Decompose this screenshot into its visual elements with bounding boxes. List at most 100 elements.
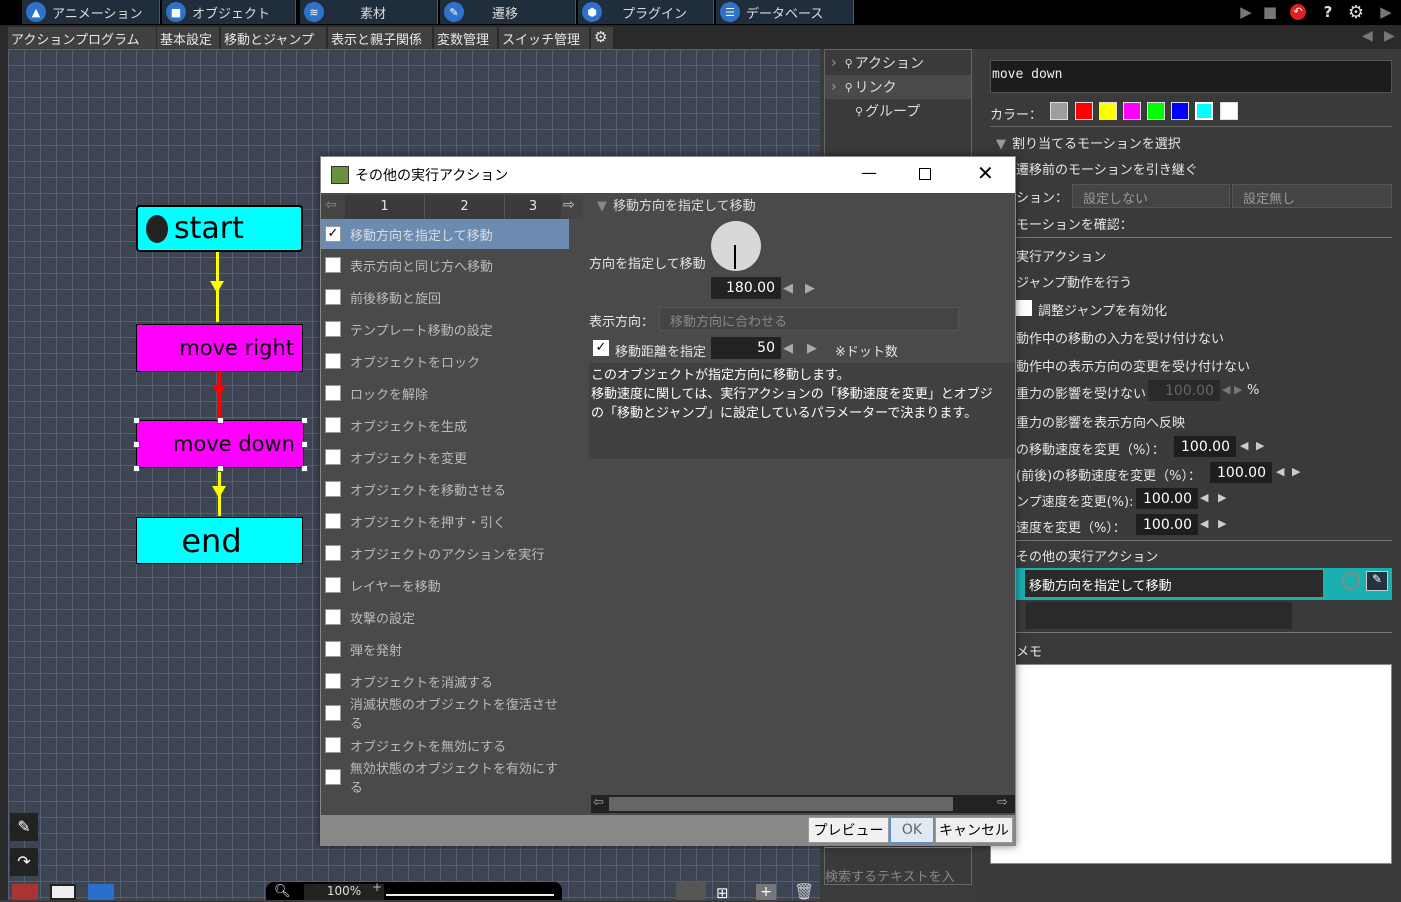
action-item[interactable]: 前後移動と旋回 <box>321 281 569 313</box>
increment-arrow-icon[interactable]: ▶ <box>1234 383 1246 396</box>
color-swatch-white[interactable] <box>1220 102 1238 120</box>
action-item[interactable]: 攻撃の設定 <box>321 601 569 633</box>
resize-handle[interactable] <box>217 417 224 424</box>
play-icon[interactable]: ▶ <box>1236 2 1256 22</box>
color-swatch-gray[interactable] <box>1050 102 1068 120</box>
checkbox[interactable] <box>325 737 341 753</box>
list-item-link[interactable]: › ⚲ リンク <box>825 75 971 99</box>
zoom-in-icon[interactable]: + <box>372 880 382 894</box>
speed1-field[interactable]: 100.00 <box>1174 436 1236 457</box>
arrow-right-icon[interactable]: ▶ <box>1384 28 1395 44</box>
resize-handle[interactable] <box>217 465 224 472</box>
action-item[interactable]: オブジェクトを移動させる <box>321 473 569 505</box>
checkbox[interactable] <box>325 513 341 529</box>
increment-arrow-icon[interactable]: ▶ <box>805 281 817 296</box>
settings-gear-icon[interactable]: ⚙ <box>1346 2 1366 23</box>
ok-button[interactable]: OK <box>890 817 934 843</box>
direction-value-field[interactable]: 180.00 <box>711 277 781 299</box>
checkbox[interactable] <box>325 353 341 369</box>
tab-action-program[interactable]: アクションプログラム <box>8 27 156 49</box>
node-name-field[interactable]: move down <box>990 60 1392 93</box>
arrow-left-icon[interactable]: ◀ <box>1362 28 1373 44</box>
action-item[interactable]: テンプレート移動の設定 <box>321 313 569 345</box>
checkbox[interactable] <box>325 769 341 785</box>
increment-arrow-icon[interactable]: ▶ <box>1218 491 1230 504</box>
page-prev-arrow-icon[interactable]: ⇦ <box>325 197 337 213</box>
horizontal-scrollbar[interactable]: ⇦ ⇨ <box>591 795 1015 813</box>
checkbox[interactable] <box>325 673 341 689</box>
preview-button[interactable]: プレビュー <box>808 817 889 843</box>
checkbox[interactable] <box>325 545 341 561</box>
direction-dial[interactable] <box>711 221 761 271</box>
edit-action-icon[interactable]: ✎ <box>1366 571 1388 591</box>
scroll-right-icon[interactable]: ⇨ <box>997 795 1008 810</box>
tab-move-jump[interactable]: 移動とジャンプ <box>221 27 326 49</box>
checkbox[interactable]: ✓ <box>325 226 341 242</box>
no-move-input-label[interactable]: 動作中の移動の入力を受け付けない <box>1016 328 1224 347</box>
tab-basic-settings[interactable]: 基本設定 <box>157 27 219 49</box>
list-item-group[interactable]: ⚲ グループ <box>825 99 971 123</box>
gravity-value-field[interactable]: 100.00 <box>1148 380 1220 401</box>
resize-handle[interactable] <box>301 417 308 424</box>
page-next-arrow-icon[interactable]: ⇨ <box>563 197 575 213</box>
color-swatch-blue[interactable] <box>1171 102 1189 120</box>
add-folder-icon[interactable]: ⊞ <box>716 884 742 902</box>
decrement-arrow-icon[interactable]: ◀ <box>783 281 795 296</box>
checkbox[interactable] <box>325 705 341 721</box>
tab-material[interactable]: ≋ 素材 <box>300 0 438 24</box>
checkbox[interactable] <box>325 289 341 305</box>
action-item[interactable]: オブジェクトを無効にする <box>321 729 569 761</box>
action-item-move-direction[interactable]: ✓ 移動方向を指定して移動 <box>321 219 569 249</box>
color-swatch-green[interactable] <box>1147 102 1165 120</box>
empty-action-slot[interactable] <box>1026 602 1292 629</box>
flag-icon[interactable] <box>12 884 38 900</box>
page-tab-1[interactable]: 1 <box>345 195 425 219</box>
node-start[interactable]: start <box>136 205 303 252</box>
tab-transition[interactable]: ✎ 遷移 <box>440 0 576 24</box>
motion-select-2[interactable]: 設定無し <box>1232 184 1392 208</box>
color-swatch-yellow[interactable] <box>1099 102 1117 120</box>
search-input[interactable]: 検索するテキストを入 <box>825 866 955 885</box>
tab-display-parent[interactable]: 表示と親子関係 <box>328 27 432 49</box>
action-item[interactable]: オブジェクトを消滅する <box>321 665 569 697</box>
gravity-dir-label[interactable]: 重力の影響を表示方向へ反映 <box>1016 412 1185 431</box>
no-gravity-label[interactable]: 重力の影響を受けない <box>1016 383 1146 402</box>
grid-icon[interactable] <box>88 884 114 900</box>
color-swatch-cyan[interactable] <box>1195 102 1213 120</box>
checkbox[interactable] <box>325 417 341 433</box>
color-swatch-red[interactable] <box>1075 102 1093 120</box>
tab-animation[interactable]: ▲ アニメーション <box>22 0 160 24</box>
checkbox[interactable] <box>325 321 341 337</box>
list-icon[interactable] <box>676 882 706 900</box>
undo-icon[interactable]: ↶ <box>1288 2 1308 22</box>
checkbox[interactable] <box>325 577 341 593</box>
maximize-icon[interactable] <box>919 168 931 180</box>
tab-object[interactable]: ■ オブジェクト <box>162 0 296 24</box>
minimize-icon[interactable]: — <box>861 163 877 182</box>
decrement-arrow-icon[interactable]: ◀ <box>783 341 795 356</box>
increment-arrow-icon[interactable]: ▶ <box>1218 517 1230 530</box>
motion-select-1[interactable]: 設定しない <box>1072 184 1230 208</box>
help-icon[interactable]: ? <box>1318 2 1338 22</box>
display-direction-select[interactable]: 移動方向に合わせる <box>659 307 959 331</box>
motion-section-header[interactable]: ▼ 割り当てるモーションを選択 <box>996 133 1181 152</box>
page-tab-2[interactable]: 2 <box>425 195 505 219</box>
zoom-slider[interactable] <box>386 894 554 896</box>
resize-handle[interactable] <box>133 441 140 448</box>
increment-arrow-icon[interactable]: ▶ <box>1256 439 1268 452</box>
tab-switches[interactable]: スイッチ管理 <box>499 27 589 49</box>
speed4-field[interactable]: 100.00 <box>1136 514 1198 535</box>
action-item[interactable]: オブジェクトを変更 <box>321 441 569 473</box>
play-next-icon[interactable]: ▶ <box>1376 2 1396 22</box>
decrement-arrow-icon[interactable]: ◀ <box>1276 465 1288 478</box>
action-item[interactable]: 弾を発射 <box>321 633 569 665</box>
node-move-right[interactable]: move right <box>136 324 303 372</box>
node-end[interactable]: end <box>136 517 303 564</box>
add-icon[interactable]: + <box>756 884 776 900</box>
action-item[interactable]: 消滅状態のオブジェクトを復活させる <box>321 697 569 732</box>
distance-value-field[interactable]: 50 <box>711 337 781 359</box>
cancel-button[interactable]: キャンセル <box>935 817 1013 843</box>
disable-icon[interactable] <box>1342 572 1360 590</box>
jump-label[interactable]: ジャンプ動作を行う <box>1016 272 1132 291</box>
tab-database[interactable]: ☰ データベース <box>716 0 854 24</box>
